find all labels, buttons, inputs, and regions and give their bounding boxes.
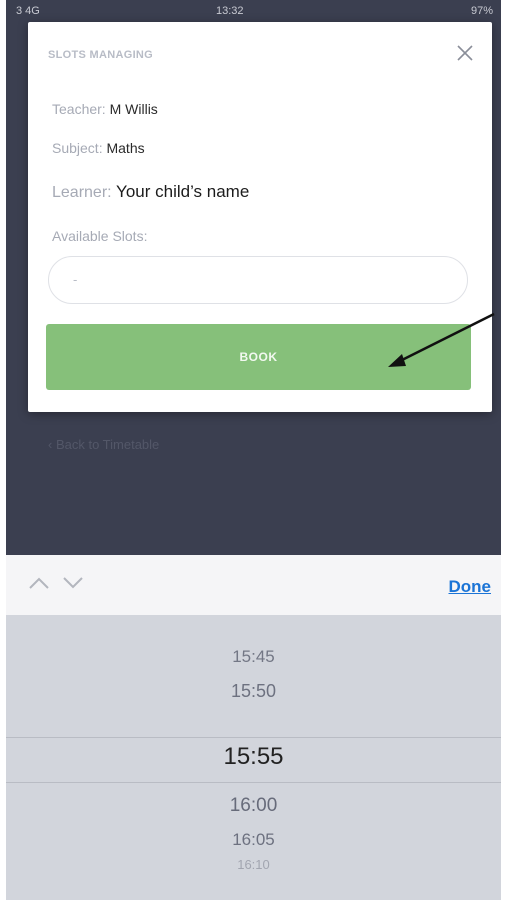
picker-option[interactable]: 16:00 [6,795,501,817]
picker-option[interactable]: 15:50 [6,681,501,702]
available-slots-label: Available Slots: [52,228,148,244]
next-field-button[interactable] [62,575,84,591]
back-to-timetable-link[interactable]: ‹ Back to Timetable [48,437,159,452]
close-button[interactable] [454,42,476,64]
chevron-down-icon [63,577,83,589]
picker-toolbar: Done [6,555,501,616]
screen: 3 4G 13:32 97% ‹ Back to Timetable SLOTS… [0,0,505,900]
teacher-label: Teacher: [52,101,106,117]
picker-option[interactable]: 15:45 [6,647,501,667]
status-time: 13:32 [216,5,244,17]
carrier-label: 3 4G [16,5,40,17]
slot-select[interactable]: - [48,256,468,304]
learner-value: Your child’s name [116,182,250,201]
learner-row: Learner: Your child’s name [52,182,249,202]
book-button[interactable]: BOOK [46,324,471,390]
close-icon [457,45,473,61]
battery-label: 97% [470,5,493,17]
teacher-row: Teacher: M Willis [52,101,158,117]
chevron-up-icon [29,577,49,589]
slots-modal: SLOTS MANAGING Teacher: M Willis Subject… [28,22,492,412]
picker-option[interactable]: 16:10 [6,857,501,872]
picker-option-selected[interactable]: 15:55 [6,743,501,771]
previous-field-button[interactable] [28,575,50,591]
teacher-value: M Willis [109,101,158,117]
time-picker[interactable]: 15:45 15:50 15:55 16:00 16:05 16:10 [6,615,501,900]
status-bar: 3 4G 13:32 97% [6,0,501,24]
slot-select-value: - [73,272,78,287]
subject-label: Subject: [52,140,103,156]
subject-row: Subject: Maths [52,140,145,156]
subject-value: Maths [106,140,145,156]
picker-option[interactable]: 16:05 [6,830,501,850]
modal-title: SLOTS MANAGING [48,49,154,61]
learner-label: Learner: [52,184,112,201]
done-button[interactable]: Done [449,577,492,597]
